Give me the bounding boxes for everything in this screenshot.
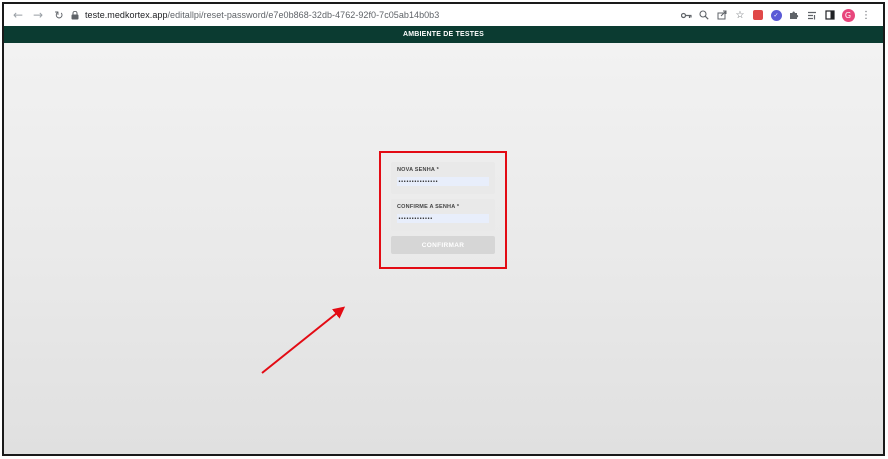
screenshot-frame: ← → ↻ teste.medkortex.app/editallpi/rese… bbox=[2, 2, 885, 456]
annotation-arrow bbox=[261, 306, 346, 374]
